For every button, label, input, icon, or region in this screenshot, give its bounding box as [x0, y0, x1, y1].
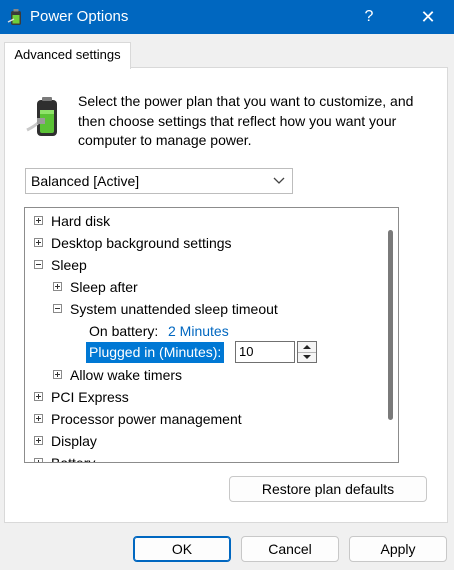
expand-icon[interactable]	[34, 238, 43, 247]
ok-button[interactable]: OK	[133, 536, 231, 562]
close-button[interactable]: ✕	[410, 0, 446, 34]
settings-tree: Hard disk Desktop background settings Sl…	[24, 207, 399, 463]
minutes-spinner[interactable]	[297, 341, 317, 363]
battery-plug-icon	[26, 97, 57, 136]
chevron-down-icon	[273, 177, 285, 184]
tree-scrollbar[interactable]	[384, 208, 398, 462]
expand-icon[interactable]	[34, 216, 43, 225]
on-battery-value-link[interactable]: 2 Minutes	[168, 320, 229, 342]
plugged-in-label: Plugged in (Minutes):	[86, 342, 225, 363]
tree-item-plugged-in[interactable]: Plugged in (Minutes): 10	[25, 341, 385, 364]
expand-icon[interactable]	[34, 392, 43, 401]
window-title: Power Options	[30, 8, 129, 25]
expand-icon[interactable]	[53, 370, 62, 379]
apply-button[interactable]: Apply	[349, 536, 447, 562]
expand-icon[interactable]	[34, 458, 43, 462]
expand-icon[interactable]	[53, 282, 62, 291]
expand-icon[interactable]	[34, 436, 43, 445]
tab-advanced-settings[interactable]: Advanced settings	[4, 42, 131, 69]
expand-icon[interactable]	[34, 414, 43, 423]
description-text: Select the power plan that you want to c…	[78, 93, 414, 148]
plugged-in-minutes-input[interactable]: 10	[235, 341, 295, 363]
collapse-icon[interactable]	[34, 260, 43, 269]
spin-down-icon[interactable]	[298, 352, 316, 362]
restore-plan-defaults-button[interactable]: Restore plan defaults	[229, 476, 427, 502]
power-plan-select[interactable]: Balanced [Active]	[25, 168, 293, 194]
title-bar: Power Options ? ✕	[0, 0, 454, 34]
settings-panel: Select the power plan that you want to c…	[4, 67, 448, 523]
power-plan-value: Balanced [Active]	[31, 173, 140, 189]
scrollbar-thumb[interactable]	[388, 230, 393, 420]
power-options-icon	[7, 9, 21, 25]
help-button[interactable]: ?	[352, 0, 386, 34]
collapse-icon[interactable]	[53, 304, 62, 313]
cancel-button[interactable]: Cancel	[241, 536, 339, 562]
